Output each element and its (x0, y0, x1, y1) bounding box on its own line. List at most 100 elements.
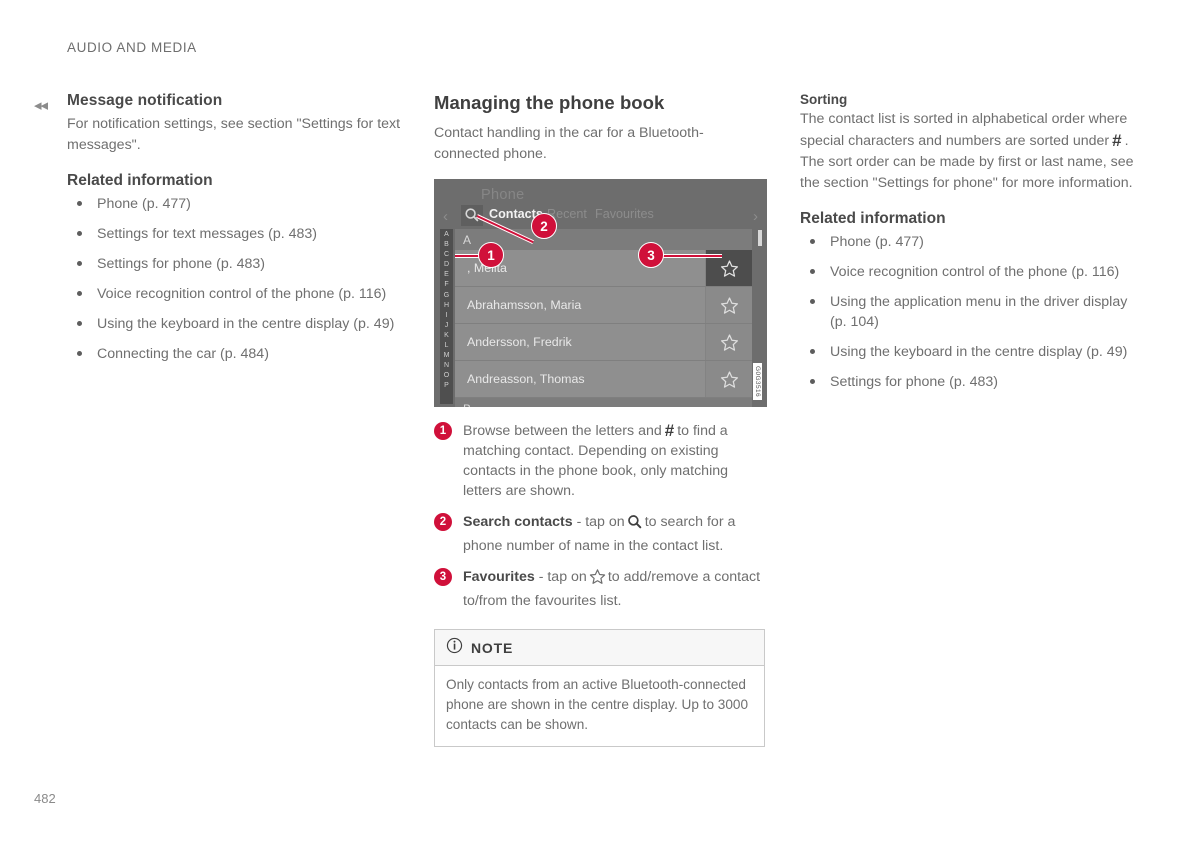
middle-column: Managing the phone book Contact handling… (434, 92, 767, 747)
callout-text-before: Browse between the letters and (463, 423, 662, 439)
list-item[interactable]: Settings for phone (p. 483) (67, 254, 403, 274)
star-icon (589, 568, 606, 591)
screenshot-app-title: Phone (481, 187, 525, 203)
contact-group-header: B (455, 398, 752, 407)
contact-name: Abrahamsson, Maria (467, 298, 582, 312)
note-box: NOTE Only contacts from an active Blueto… (434, 629, 765, 747)
phone-book-screenshot: Phone ‹ › Contacts Recent Favourites A B… (434, 179, 767, 407)
screenshot-frame: Phone ‹ › Contacts Recent Favourites A B… (437, 182, 764, 407)
bullet-icon (810, 299, 815, 304)
page-title: Managing the phone book (434, 92, 665, 113)
list-item[interactable]: Connecting the car (p. 484) (67, 344, 403, 364)
alphabet-letter[interactable]: M (444, 351, 450, 361)
note-body: Only contacts from an active Bluetooth-c… (446, 677, 749, 732)
list-item[interactable]: Using the keyboard in the centre display… (67, 314, 403, 334)
page-number: 482 (34, 791, 56, 806)
bullet-icon (810, 239, 815, 244)
list-item-label: Using the application menu in the driver… (830, 294, 1128, 330)
alphabet-letter[interactable]: H (444, 301, 449, 311)
tab-favourites[interactable]: Favourites (595, 207, 654, 221)
search-icon (627, 514, 643, 536)
info-icon (446, 637, 463, 659)
callout-lead-label: Search contacts (463, 514, 573, 530)
alphabet-letter[interactable]: L (445, 341, 449, 351)
alphabet-letter[interactable]: G (444, 291, 449, 301)
alphabet-letter[interactable]: F (444, 280, 448, 290)
bullet-icon (810, 379, 815, 384)
list-item[interactable]: Voice recognition control of the phone (… (800, 262, 1140, 282)
alphabet-letter[interactable]: E (444, 270, 449, 280)
callout-item-1: 1 Browse between the letters and # to find… (434, 421, 767, 501)
list-item-label: Connecting the car (p. 484) (97, 346, 269, 362)
related-information-list-right: Phone (p. 477) Voice recognition control… (800, 232, 1140, 392)
note-title: NOTE (471, 640, 514, 656)
message-notification-intro: For notification settings, see section "… (67, 116, 401, 153)
list-item[interactable]: Phone (p. 477) (67, 194, 403, 214)
hash-glyph-icon: # (664, 421, 675, 440)
alphabet-letter[interactable]: D (444, 260, 449, 270)
alphabet-letter[interactable]: J (445, 321, 449, 331)
list-item-label: Phone (p. 477) (830, 234, 924, 250)
scrollbar-thumb[interactable] (758, 230, 762, 246)
section-title-sorting: Sorting (800, 92, 848, 107)
callout-marker-2: 2 (531, 213, 557, 239)
section-title-message-notification: Message notification (67, 92, 223, 109)
list-item-label: Voice recognition control of the phone (… (97, 286, 387, 302)
alphabet-letter[interactable]: O (444, 371, 449, 381)
callout-badge: 3 (434, 568, 452, 586)
list-item[interactable]: Phone (p. 477) (800, 232, 1140, 252)
callout-description-list: 1 Browse between the letters and # to find… (434, 421, 767, 611)
contact-name: Andersson, Fredrik (467, 335, 572, 349)
list-item[interactable]: Using the application menu in the driver… (800, 292, 1140, 332)
list-item-label: Using the keyboard in the centre display… (97, 316, 395, 332)
list-item-label: Settings for phone (p. 483) (97, 256, 265, 272)
table-row[interactable]: Andersson, Fredrik (455, 324, 752, 361)
bullet-icon (77, 321, 82, 326)
favourite-star-icon[interactable] (705, 361, 752, 397)
list-item[interactable]: Settings for phone (p. 483) (800, 372, 1140, 392)
running-header: AUDIO AND MEDIA (67, 40, 197, 55)
alphabet-letter[interactable]: K (444, 331, 449, 341)
article-intro: Contact handling in the car for a Blueto… (434, 125, 704, 162)
callout-text-before: - tap on (538, 569, 587, 585)
sorting-text-part-1: The contact list is sorted in alphabetic… (800, 111, 1128, 149)
continuation-marker-icon: ◂◂ (34, 97, 48, 114)
chevron-right-icon[interactable]: › (753, 208, 758, 226)
callout-lead-label: Favourites (463, 569, 535, 585)
right-column: Sorting The contact list is sorted in al… (800, 92, 1140, 402)
alphabet-index-rail[interactable]: A B C D E F G H I J K L M N O P (440, 229, 453, 404)
list-item-label: Voice recognition control of the phone (… (830, 264, 1120, 280)
callout-marker-1: 1 (478, 242, 504, 268)
bullet-icon (77, 261, 82, 266)
alphabet-letter[interactable]: C (444, 250, 449, 260)
list-item[interactable]: Settings for text messages (p. 483) (67, 224, 403, 244)
bullet-icon (810, 269, 815, 274)
bullet-icon (77, 201, 82, 206)
bullet-icon (77, 291, 82, 296)
alphabet-letter[interactable]: B (444, 240, 449, 250)
favourite-star-icon[interactable] (705, 324, 752, 360)
bullet-icon (77, 351, 82, 356)
figure-id-code: G0G3516 (753, 363, 762, 400)
list-item-label: Phone (p. 477) (97, 196, 191, 212)
favourite-star-icon[interactable] (705, 287, 752, 323)
list-item[interactable]: Using the keyboard in the centre display… (800, 342, 1140, 362)
hash-glyph-icon: # (1112, 131, 1122, 150)
alphabet-letter[interactable]: N (444, 361, 449, 371)
alphabet-letter[interactable]: I (446, 311, 448, 321)
screenshot-tabbar: ‹ › Contacts Recent Favourites (437, 205, 764, 228)
table-row[interactable]: Abrahamsson, Maria (455, 287, 752, 324)
related-information-list-left: Phone (p. 477) Settings for text message… (67, 194, 403, 364)
callout-badge: 2 (434, 513, 452, 531)
related-information-heading-left: Related information (67, 172, 213, 189)
table-row[interactable]: Andreasson, Thomas (455, 361, 752, 398)
bullet-icon (810, 349, 815, 354)
callout-badge: 1 (434, 422, 452, 440)
alphabet-letter[interactable]: A (444, 230, 449, 240)
note-header: NOTE (435, 630, 764, 666)
callout-item-3: 3 Favourites - tap on to add/remove a con… (434, 567, 767, 611)
chevron-left-icon[interactable]: ‹ (443, 208, 448, 226)
alphabet-letter[interactable]: P (444, 381, 449, 391)
list-item-label: Using the keyboard in the centre display… (830, 344, 1128, 360)
list-item[interactable]: Voice recognition control of the phone (… (67, 284, 403, 304)
